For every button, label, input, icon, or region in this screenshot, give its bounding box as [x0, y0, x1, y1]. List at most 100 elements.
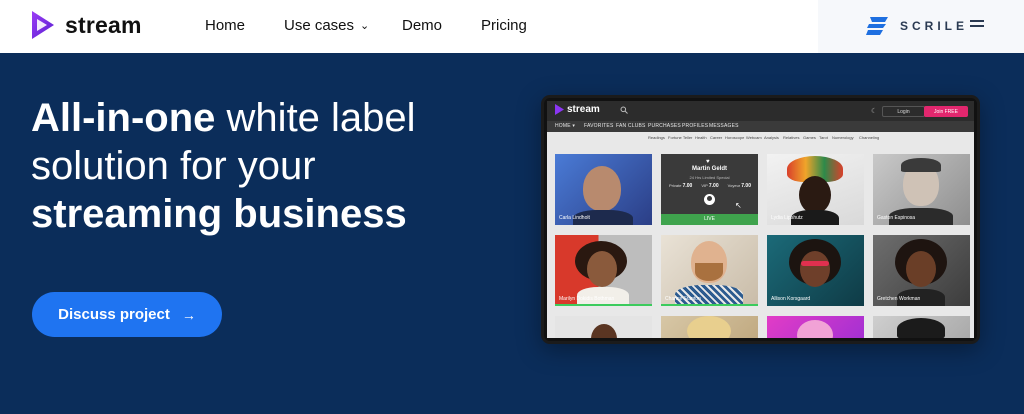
mockup-logo-text: stream — [567, 104, 600, 115]
mockup-profile-card: Allison Korsgaard — [767, 235, 864, 306]
mockup-price-label: Private — [669, 183, 682, 188]
hero-title-regular-1: white label — [226, 96, 416, 140]
mockup-profile-name: Marilyn Dokidis Bothman — [559, 296, 615, 302]
mockup-profile-card — [555, 316, 652, 338]
mockup-nav-item: PROFILES — [682, 123, 709, 129]
scrile-logo[interactable]: SCRILE — [866, 15, 968, 37]
top-navigation-bar: stream Home Use cases ⌄ Demo Pricing SCRI… — [0, 0, 1024, 53]
product-mockup-screenshot: stream ☾ Login Join FREE HOME ▾ FAVORITE… — [541, 95, 980, 344]
mockup-online-indicator — [555, 304, 652, 306]
mockup-category: Channeling — [859, 135, 880, 140]
mockup-price-value: 7.00 — [682, 183, 693, 189]
mockup-login-button: Login — [882, 106, 925, 117]
mockup-category: Webcam — [746, 135, 762, 140]
cta-label: Discuss project — [58, 306, 170, 323]
mockup-profile-name: Lydia Lipshutz — [771, 215, 803, 221]
mockup-profile-card — [661, 316, 758, 338]
mockup-price-label: Voyeur — [727, 183, 741, 188]
mockup-screen: stream ☾ Login Join FREE HOME ▾ FAVORITE… — [547, 101, 974, 338]
hero-title-bold-1: All-in-one — [31, 96, 216, 140]
mockup-play-logo-icon — [555, 104, 564, 115]
mockup-avatar-icon — [704, 194, 715, 205]
mockup-heart-icon: ♥ — [706, 159, 710, 165]
mockup-sunglasses-photo — [801, 261, 829, 266]
mockup-hair-photo — [687, 316, 731, 338]
mockup-nav: HOME ▾ FAVORITES FAN CLUBS PURCHASES PRO… — [547, 121, 974, 132]
mockup-profile-card — [767, 316, 864, 338]
mockup-search-icon — [620, 106, 628, 114]
mockup-header: stream ☾ Login Join FREE — [547, 101, 974, 121]
mockup-hat-photo — [897, 318, 945, 338]
mockup-portrait-photo — [583, 166, 621, 211]
mockup-category: Tarot — [819, 135, 828, 140]
mockup-category: Analysis — [764, 135, 779, 140]
mockup-live-name: Martin Geldt — [691, 166, 727, 172]
mockup-portrait-photo — [906, 251, 936, 287]
mockup-nav-item: PURCHASES — [648, 123, 681, 129]
mockup-hair-photo — [901, 158, 941, 172]
mockup-portrait-photo — [591, 324, 617, 338]
stream-logo[interactable]: stream — [30, 9, 142, 41]
mockup-online-indicator — [661, 304, 758, 306]
mockup-category: Health — [695, 135, 707, 140]
mockup-profile-name: Allison Korsgaard — [771, 296, 811, 302]
mockup-category: Numerology — [832, 135, 854, 140]
mockup-nav-item: FAVORITES — [584, 123, 614, 129]
mockup-category: Horoscope — [725, 135, 745, 140]
mockup-nav-item: MESSAGES — [709, 123, 739, 129]
mockup-category-row: Readings Fortune Teller Health Career Ho… — [547, 135, 974, 143]
mockup-profile-card: Chance Stanton — [661, 235, 758, 306]
mockup-category: Readings — [648, 135, 665, 140]
mockup-beard-photo — [695, 263, 723, 281]
mockup-price-label: VIP — [701, 183, 708, 188]
mockup-nav-item: HOME ▾ — [555, 123, 576, 129]
mockup-price-value: 7.00 — [741, 183, 751, 189]
mockup-portrait-photo — [800, 251, 830, 287]
hero-title-bold-2: streaming business — [31, 192, 407, 236]
mockup-price: VIP 7.00 — [701, 183, 718, 189]
mockup-moon-icon: ☾ — [871, 108, 878, 115]
mockup-profile-card: Lydia Lipshutz — [767, 154, 864, 225]
mockup-profile-card: Marilyn Dokidis Bothman — [555, 235, 652, 306]
mockup-portrait-photo — [799, 176, 831, 214]
mockup-profile-name: Carla Lindholt — [559, 215, 590, 221]
mockup-profile-name: Gretchen Workman — [877, 296, 921, 302]
mockup-profile-card: Gaston Espinosa — [873, 154, 970, 225]
mockup-profile-name: Gaston Espinosa — [877, 215, 916, 221]
play-logo-icon — [32, 11, 54, 39]
mockup-price: Private 7.00 — [669, 183, 692, 189]
mockup-live-subtitle: 24 Hrs Limited Special — [689, 175, 730, 180]
mockup-join-button: Join FREE — [924, 106, 968, 117]
nav-use-cases-label: Use cases — [284, 17, 355, 34]
mockup-profile-card: Carla Lindholt — [555, 154, 652, 225]
hero-title-regular-2: solution for your — [31, 144, 316, 188]
nav-home[interactable]: Home — [205, 17, 245, 34]
nav-use-cases[interactable]: Use cases ⌄ — [284, 17, 369, 34]
mockup-category: Fortune Teller — [668, 135, 693, 140]
nav-pricing[interactable]: Pricing — [481, 17, 527, 34]
mockup-portrait-photo — [587, 251, 617, 287]
mockup-category: Games — [803, 135, 816, 140]
chevron-down-icon: ⌄ — [360, 20, 370, 32]
hero-title: All-in-one white label solution for your… — [31, 94, 501, 238]
hamburger-menu-icon[interactable] — [970, 20, 984, 30]
mockup-live-prices: Private 7.00 VIP 7.00 Voyeur 7.00 — [669, 183, 751, 189]
nav-demo[interactable]: Demo — [402, 17, 442, 34]
logo-text: stream — [65, 11, 142, 38]
scrile-logo-text: SCRILE — [900, 19, 969, 33]
mockup-profile-card: Gretchen Workman — [873, 235, 970, 306]
arrow-right-icon: → — [181, 306, 196, 323]
mockup-price: Voyeur 7.00 — [728, 183, 751, 189]
mockup-category: Relatives — [783, 135, 800, 140]
mockup-logo: stream — [555, 104, 600, 115]
mockup-portrait-photo — [797, 320, 833, 338]
mockup-price-value: 7.00 — [708, 183, 719, 189]
scrile-logo-icon — [866, 17, 888, 35]
mouse-cursor-icon: ↖ — [735, 201, 742, 210]
mockup-nav-item: FAN CLUBS — [616, 123, 646, 129]
mockup-category: Career — [710, 135, 723, 140]
mockup-profile-name: Chance Stanton — [665, 296, 701, 302]
mockup-live-card: ♥ Martin Geldt 24 Hrs Limited Special Pr… — [661, 154, 758, 225]
mockup-profile-card — [873, 316, 970, 338]
discuss-project-button[interactable]: Discuss project → — [32, 292, 222, 337]
